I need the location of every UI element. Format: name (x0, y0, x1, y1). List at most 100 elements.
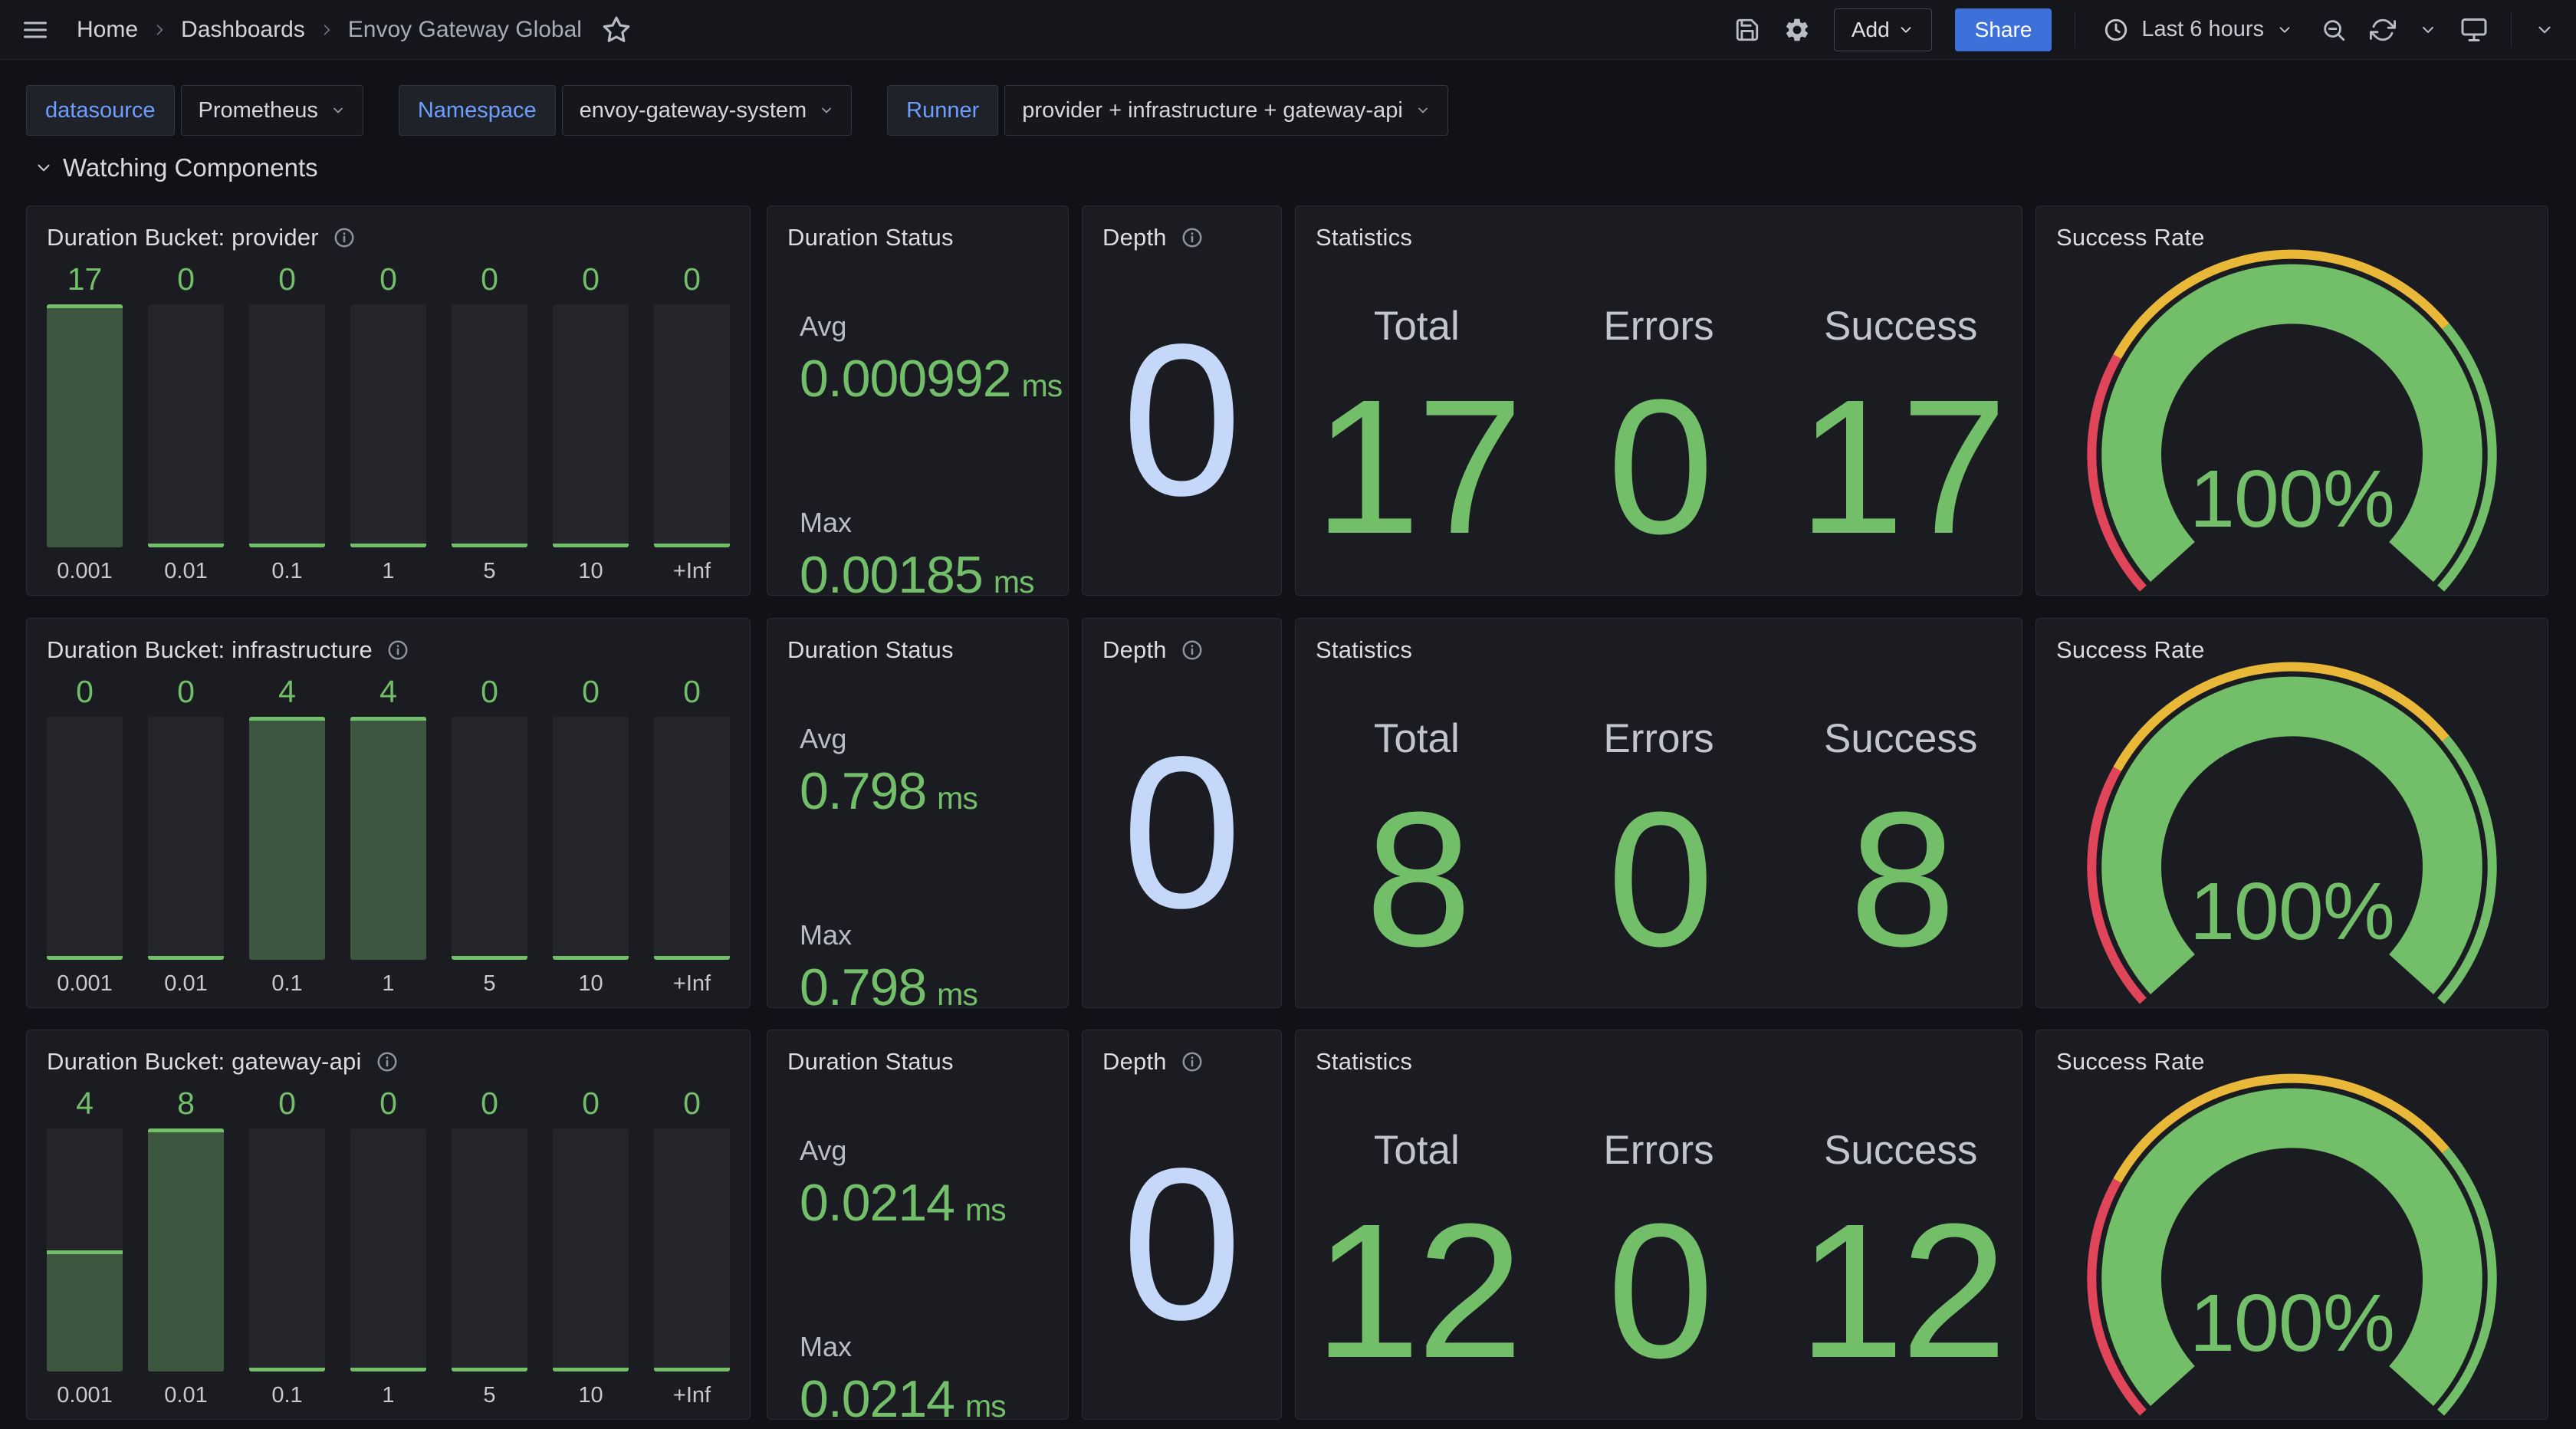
unit-label: ms (937, 780, 978, 816)
bar-x-label: 10 (553, 960, 629, 997)
refresh-button[interactable] (2370, 17, 2396, 43)
clock-icon (2103, 17, 2129, 43)
hamburger-icon (21, 16, 49, 44)
zoom-out-icon (2321, 17, 2347, 43)
panel-header: Duration Bucket: provider (27, 206, 750, 254)
kiosk-mode-button[interactable] (2460, 16, 2488, 44)
bar-value-label: 0 (148, 672, 224, 711)
bar-track (249, 1128, 325, 1372)
zoom-out-time-button[interactable] (2321, 17, 2347, 43)
bar-track (47, 1128, 123, 1372)
histogram-column[interactable]: 05 (452, 672, 527, 997)
histogram-column[interactable]: 01 (350, 1084, 426, 1408)
breadcrumb-home[interactable]: Home (77, 17, 138, 43)
variable-datasource: datasource Prometheus (26, 85, 363, 136)
panel-title[interactable]: Statistics (1316, 1048, 1412, 1076)
panel-depth: Depth 0 (1082, 1030, 1282, 1420)
histogram-column[interactable]: 0+Inf (654, 672, 730, 997)
max-label: Max (800, 1331, 1053, 1363)
runner-select[interactable]: provider + infrastructure + gateway-api (1004, 85, 1447, 136)
stat-value: 8 (1365, 779, 1468, 981)
panel-depth: Depth 0 (1082, 205, 1282, 596)
panel-success-rate: Success Rate 100% (2036, 618, 2548, 1008)
histogram-column[interactable]: 00.1 (249, 260, 325, 584)
refresh-interval-button[interactable] (2419, 21, 2437, 39)
histogram-column[interactable]: 41 (350, 672, 426, 997)
info-icon[interactable] (386, 639, 409, 662)
panel-title[interactable]: Duration Status (787, 1048, 954, 1076)
histogram-column[interactable]: 010 (553, 260, 629, 584)
bar-fill (47, 1250, 123, 1372)
panel-title[interactable]: Statistics (1316, 224, 1412, 251)
row-watching-components[interactable]: Watching Components (34, 153, 318, 182)
histogram-column[interactable]: 010 (553, 672, 629, 997)
histogram-column[interactable]: 010 (553, 1084, 629, 1408)
avg-label: Avg (800, 723, 1053, 755)
time-range-picker[interactable]: Last 6 hours (2098, 16, 2298, 44)
histogram-column[interactable]: 0+Inf (654, 1084, 730, 1408)
avg-value: 0.000992ms (800, 349, 1053, 409)
nav-left: Home Dashboards Envoy Gateway Global (0, 15, 631, 44)
panel-title[interactable]: Duration Bucket: infrastructure (47, 636, 373, 664)
stat-value: 17 (1314, 366, 1520, 568)
panel-title[interactable]: Statistics (1316, 636, 1412, 664)
bar-x-label: 0.1 (249, 547, 325, 584)
bar-fill (350, 544, 426, 547)
bar-x-label: 1 (350, 547, 426, 584)
datasource-value: Prometheus (199, 98, 318, 123)
share-button[interactable]: Share (1955, 8, 2052, 51)
histogram-column[interactable]: 05 (452, 260, 527, 584)
bar-x-label: +Inf (654, 547, 730, 584)
bar-value-label: 4 (350, 672, 426, 711)
namespace-select[interactable]: envoy-gateway-system (562, 85, 853, 136)
histogram-column[interactable]: 40.001 (47, 1084, 123, 1408)
dashboard-settings-button[interactable] (1783, 16, 1811, 44)
bar-track (249, 717, 325, 960)
variable-label: datasource (26, 85, 175, 136)
histogram-column[interactable]: 0+Inf (654, 260, 730, 584)
stat-errors: Errors 0 (1538, 666, 1780, 1007)
runner-value: provider + infrastructure + gateway-api (1022, 98, 1402, 123)
histogram-column[interactable]: 00.1 (249, 1084, 325, 1408)
bar-x-label: 1 (350, 960, 426, 997)
histogram-column[interactable]: 80.01 (148, 1084, 224, 1408)
favorite-button[interactable] (602, 15, 631, 44)
bar-x-label: 1 (350, 1372, 426, 1408)
histogram-column[interactable]: 00.01 (148, 260, 224, 584)
info-icon[interactable] (376, 1050, 399, 1073)
datasource-select[interactable]: Prometheus (181, 85, 363, 136)
refresh-icon (2370, 17, 2396, 43)
histogram-column[interactable]: 00.01 (148, 672, 224, 997)
histogram-column[interactable]: 01 (350, 260, 426, 584)
save-dashboard-button[interactable] (1734, 17, 1760, 43)
panel-header: Statistics (1296, 619, 2022, 666)
menu-button[interactable] (21, 16, 49, 44)
collapse-toolbar-button[interactable] (2535, 20, 2555, 40)
bar-value-label: 0 (350, 1084, 426, 1122)
stat-label: Total (1374, 1127, 1460, 1174)
duration-status-body: Avg 0.798ms Max 0.798ms (800, 666, 1053, 1017)
max-value: 0.00185ms (800, 545, 1053, 605)
panel-title[interactable]: Duration Bucket: gateway-api (47, 1048, 362, 1076)
bar-fill (553, 1368, 629, 1372)
bar-track (47, 304, 123, 547)
histogram-column[interactable]: 05 (452, 1084, 527, 1408)
stat-label: Total (1374, 715, 1460, 762)
histogram-column[interactable]: 00.001 (47, 672, 123, 997)
panel-title[interactable]: Duration Bucket: provider (47, 224, 319, 251)
variable-runner: Runner provider + infrastructure + gatew… (887, 85, 1448, 136)
panel-title[interactable]: Duration Status (787, 636, 954, 664)
time-range-label: Last 6 hours (2141, 17, 2264, 42)
bar-value-label: 0 (350, 260, 426, 298)
panel-title[interactable]: Duration Status (787, 224, 954, 251)
histogram-column[interactable]: 170.001 (47, 260, 123, 584)
add-button[interactable]: Add (1834, 8, 1932, 51)
histogram-column[interactable]: 40.1 (249, 672, 325, 997)
breadcrumb-dashboards[interactable]: Dashboards (181, 17, 305, 43)
info-icon[interactable] (333, 226, 356, 249)
breadcrumb: Home Dashboards Envoy Gateway Global (77, 17, 582, 43)
chevron-right-icon (152, 22, 167, 38)
bar-value-label: 0 (553, 1084, 629, 1122)
nav-right: Add Share Last 6 hours (1734, 8, 2576, 51)
bar-value-label: 0 (654, 672, 730, 711)
